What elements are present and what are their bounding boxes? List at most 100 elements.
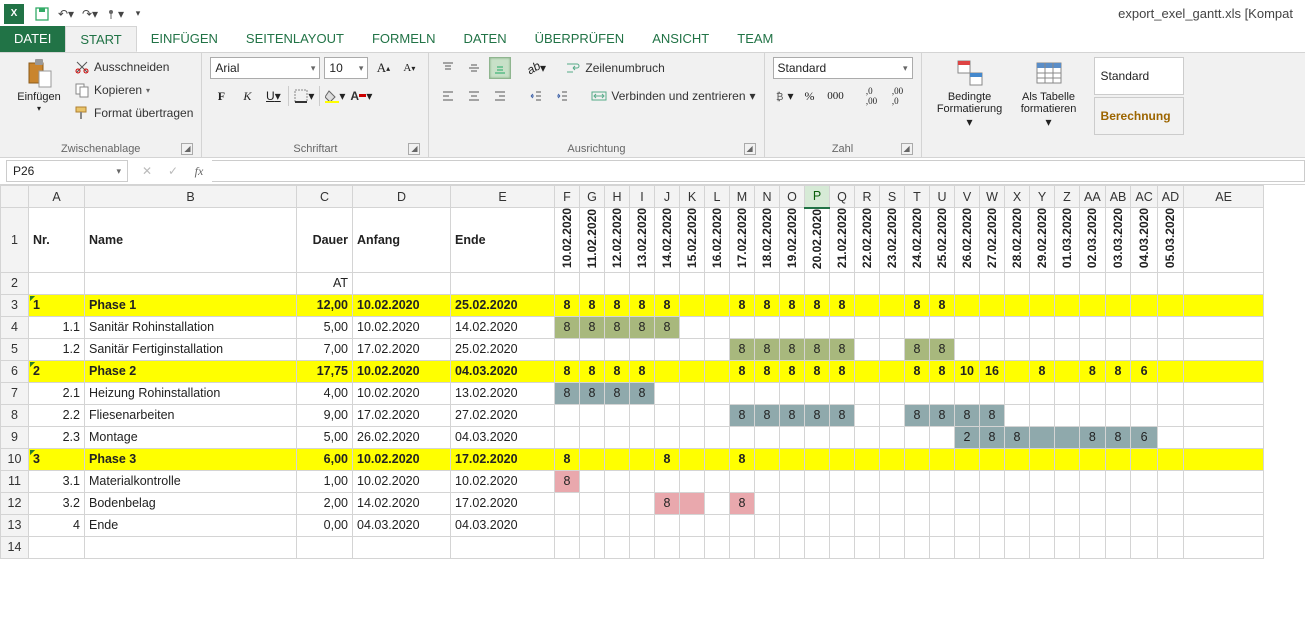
comma-format-icon[interactable]: 000 [825,85,847,107]
merge-center-button[interactable]: Verbinden und zentrieren ▾ [591,86,755,106]
col-header-AE[interactable]: AE [1184,186,1264,208]
wrap-text-button[interactable]: Zeilenumbruch [565,58,664,78]
row-header-3[interactable]: 3 [1,294,29,316]
tab-einfuegen[interactable]: EINFÜGEN [137,26,232,52]
row-header-2[interactable]: 2 [1,272,29,294]
decrease-font-icon[interactable]: A▾ [398,57,420,79]
undo-icon[interactable]: ↶▾ [56,4,76,24]
col-header-E[interactable]: E [451,186,555,208]
cut-button[interactable]: Ausschneiden [74,57,193,77]
col-header-I[interactable]: I [630,186,655,208]
cancel-formula-icon[interactable]: ✕ [134,160,160,182]
font-color-button[interactable]: A▾ [350,85,372,107]
underline-button[interactable]: U▾ [262,85,284,107]
decrease-decimal-icon[interactable]: ,00,0 [887,85,909,107]
col-header-AB[interactable]: AB [1105,186,1131,208]
tab-datei[interactable]: DATEI [0,26,65,52]
fill-color-button[interactable]: ▾ [324,85,346,107]
col-header-O[interactable]: O [780,186,805,208]
col-header-A[interactable]: A [29,186,85,208]
col-header-T[interactable]: T [905,186,930,208]
number-dialog-launcher[interactable]: ◢ [901,143,913,155]
col-header-M[interactable]: M [730,186,755,208]
col-header-Y[interactable]: Y [1030,186,1055,208]
orientation-icon[interactable]: ab▾ [525,57,547,79]
paste-button[interactable]: Einfügen▾ [8,57,70,115]
align-top-icon[interactable] [437,57,459,79]
col-header-P[interactable]: P [805,186,830,208]
cell-style-berechnung[interactable]: Berechnung [1094,97,1184,135]
redo-icon[interactable]: ↷▾ [80,4,100,24]
clipboard-dialog-launcher[interactable]: ◢ [181,143,193,155]
enter-formula-icon[interactable]: ✓ [160,160,186,182]
increase-decimal-icon[interactable]: ,0,00 [861,85,883,107]
number-format-combo[interactable]: Standard▾ [773,57,913,79]
row-header-13[interactable]: 13 [1,514,29,536]
increase-font-icon[interactable]: A▴ [372,57,394,79]
insert-function-icon[interactable]: fx [186,160,212,182]
col-header-Q[interactable]: Q [830,186,855,208]
col-header-AC[interactable]: AC [1131,186,1157,208]
col-header-J[interactable]: J [655,186,680,208]
cell-style-standard[interactable]: Standard [1094,57,1184,95]
row-header-14[interactable]: 14 [1,536,29,558]
align-center-icon[interactable] [463,85,485,107]
row-header-9[interactable]: 9 [1,426,29,448]
col-header-D[interactable]: D [353,186,451,208]
align-middle-icon[interactable] [463,57,485,79]
row-header-8[interactable]: 8 [1,404,29,426]
col-header-C[interactable]: C [297,186,353,208]
tab-daten[interactable]: DATEN [450,26,521,52]
touch-mode-icon[interactable]: ▾ [104,4,124,24]
decrease-indent-icon[interactable] [525,85,547,107]
font-name-combo[interactable]: Arial▾ [210,57,320,79]
row-header-6[interactable]: 6 [1,360,29,382]
format-painter-button[interactable]: Format übertragen [74,103,193,123]
save-icon[interactable] [32,4,52,24]
col-header-U[interactable]: U [930,186,955,208]
col-header-B[interactable]: B [85,186,297,208]
col-header-L[interactable]: L [705,186,730,208]
row-header-10[interactable]: 10 [1,448,29,470]
increase-indent-icon[interactable] [551,85,573,107]
col-header-R[interactable]: R [855,186,880,208]
col-header-Z[interactable]: Z [1055,186,1080,208]
align-right-icon[interactable] [489,85,511,107]
percent-format-icon[interactable]: % [799,85,821,107]
col-header-V[interactable]: V [955,186,980,208]
format-as-table-button[interactable]: Als Tabelle formatieren▾ [1010,57,1088,129]
font-dialog-launcher[interactable]: ◢ [408,143,420,155]
row-header-5[interactable]: 5 [1,338,29,360]
col-header-AA[interactable]: AA [1080,186,1106,208]
tab-start[interactable]: START [65,26,136,52]
border-button[interactable]: ▾ [293,85,315,107]
alignment-dialog-launcher[interactable]: ◢ [744,143,756,155]
align-bottom-icon[interactable] [489,57,511,79]
tab-formeln[interactable]: FORMELN [358,26,450,52]
tab-seitenlayout[interactable]: SEITENLAYOUT [232,26,358,52]
row-header-1[interactable]: 1 [1,208,29,273]
col-header-H[interactable]: H [605,186,630,208]
col-header-N[interactable]: N [755,186,780,208]
worksheet-grid[interactable]: ABCDEFGHIJKLMNOPQRSTUVWXYZAAABACADAE1Nr.… [0,185,1305,559]
col-header-G[interactable]: G [580,186,605,208]
row-header-7[interactable]: 7 [1,382,29,404]
customize-qat-icon[interactable]: ▾ [128,4,148,24]
italic-button[interactable]: K [236,85,258,107]
row-header-11[interactable]: 11 [1,470,29,492]
col-header-F[interactable]: F [555,186,580,208]
tab-team[interactable]: TEAM [723,26,787,52]
col-header-AD[interactable]: AD [1157,186,1183,208]
col-header-X[interactable]: X [1005,186,1030,208]
col-header-W[interactable]: W [980,186,1005,208]
conditional-formatting-button[interactable]: Bedingte Formatierung▾ [930,57,1010,129]
row-header-4[interactable]: 4 [1,316,29,338]
align-left-icon[interactable] [437,85,459,107]
row-header-12[interactable]: 12 [1,492,29,514]
tab-ueberpruefen[interactable]: ÜBERPRÜFEN [521,26,639,52]
col-header-S[interactable]: S [880,186,905,208]
name-box[interactable]: P26▾ [6,160,128,182]
col-header-K[interactable]: K [680,186,705,208]
font-size-combo[interactable]: 10▾ [324,57,368,79]
accounting-format-icon[interactable]: ₿▾ [773,85,795,107]
